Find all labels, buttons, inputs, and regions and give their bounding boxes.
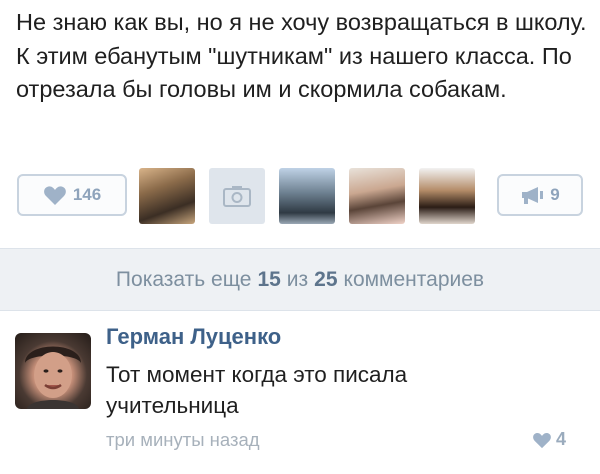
heart-icon <box>533 432 551 448</box>
share-count: 9 <box>550 185 560 204</box>
comment-text: Тот момент когда это писала учительница <box>106 362 408 418</box>
post: Не знаю как вы, но я не хочу возвращатьс… <box>0 0 600 248</box>
like-count: 146 <box>72 185 102 204</box>
heart-icon <box>43 186 66 205</box>
liker-avatar[interactable] <box>419 168 475 224</box>
total-count: 25 <box>314 267 338 291</box>
liker-avatar[interactable] <box>139 168 195 224</box>
show-more-comments-button[interactable]: Показать еще 15 из 25 комментариев <box>0 248 600 311</box>
more-middle: из <box>286 267 309 291</box>
like-button[interactable]: 146 <box>17 174 127 216</box>
post-text: Не знаю как вы, но я не хочу возвращатьс… <box>16 9 587 102</box>
liker-avatar[interactable] <box>349 168 405 224</box>
comment-author[interactable]: Герман Луценко <box>106 324 281 350</box>
more-prefix: Показать еще <box>115 267 252 291</box>
comment: Герман Луценко Тот момент когда это писа… <box>0 311 600 474</box>
camera-icon <box>223 186 251 207</box>
avatar-image <box>25 346 81 409</box>
post-action-bar: 146 9 <box>0 166 600 226</box>
shown-count: 15 <box>257 267 281 291</box>
liker-avatar[interactable] <box>279 168 335 224</box>
comment-like-button[interactable]: 4 <box>532 429 566 450</box>
comment-like-count: 4 <box>556 429 567 449</box>
megaphone-icon <box>522 187 544 204</box>
liker-avatar[interactable] <box>209 168 265 224</box>
more-suffix: комментариев <box>343 267 485 291</box>
share-button[interactable]: 9 <box>497 174 583 216</box>
comment-time[interactable]: три минуты назад <box>106 429 260 451</box>
avatar[interactable] <box>15 333 91 409</box>
